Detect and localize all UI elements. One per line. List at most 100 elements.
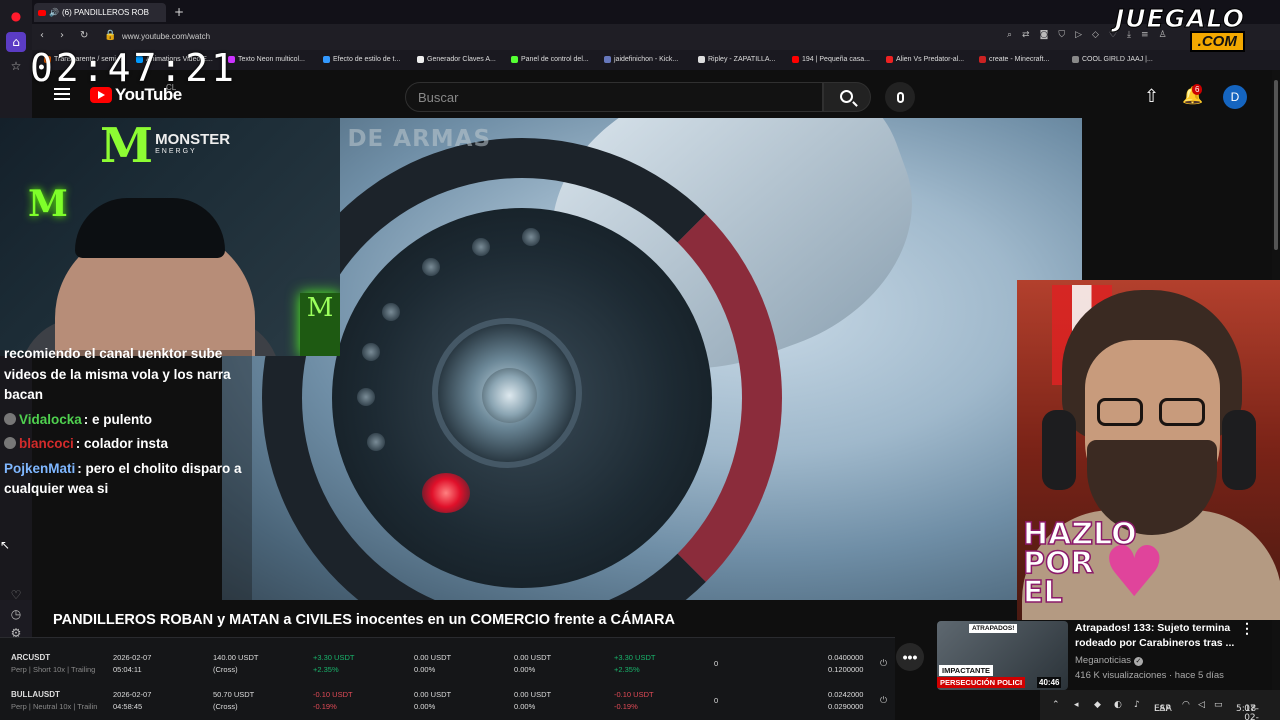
chat-username[interactable]: blancoci (19, 436, 74, 451)
chat-message: Vidalocka: e pulento (0, 410, 252, 431)
mic-icon (896, 91, 904, 103)
position-pnl-total: -0.10 USDT (614, 690, 654, 699)
position-price: 0.0290000 (828, 702, 864, 711)
reload-icon[interactable]: ↻ (80, 30, 88, 41)
chat-message: recomiendo el canal uenktor sube videos … (0, 344, 252, 406)
wifi-icon[interactable]: ◠ (1182, 700, 1190, 710)
new-tab-button[interactable]: + (174, 5, 184, 19)
search-button[interactable] (823, 82, 871, 112)
position-pnl-pct: -0.19% (313, 702, 337, 711)
opera-logo-icon[interactable]: ● (6, 6, 26, 26)
bookmark-item[interactable]: Efecto de estilo de t... (323, 56, 400, 63)
stream-chat: recomiendo el canal uenktor sube videos … (0, 346, 252, 600)
close-position-icon[interactable]: ⏻ (880, 695, 887, 707)
position-symbol: BULLAUSDT (11, 690, 60, 699)
search-page-icon[interactable]: ⌕ (1007, 30, 1012, 40)
position-pnl-total: +3.30 USDT (614, 653, 656, 662)
scrollbar-thumb[interactable] (1274, 80, 1278, 250)
thumb-tag: IMPACTANTE (939, 665, 994, 676)
lock-icon: 🔒 (104, 30, 117, 41)
system-tray: ⌃ ◂ ◆ ◐ ♪ ESPLAA ◠ ◁ ▭ 5:1807-02-2026 (1040, 690, 1280, 720)
verified-icon: ✓ (1133, 657, 1143, 666)
ir-led (472, 238, 490, 256)
ir-led (422, 258, 440, 276)
more-actions-button[interactable]: ••• (896, 643, 924, 671)
ir-led (357, 388, 375, 406)
url-field[interactable]: www.youtube.com/watch (122, 32, 210, 41)
recommended-channel[interactable]: Meganoticias ✓ (1075, 655, 1143, 666)
bookmark-item[interactable]: 194 | Pequeña casa... (792, 56, 870, 63)
account-avatar[interactable]: D (1223, 85, 1247, 109)
position-symbol: ARCUSDT (11, 653, 51, 662)
headset-left (1042, 410, 1076, 490)
chat-username[interactable]: PojkenMati (4, 461, 75, 476)
chat-badge-icon (4, 437, 16, 449)
position-col: 0.00 USDT (414, 690, 452, 699)
recommended-title[interactable]: Atrapados! 133: Sujeto termina rodeado p… (1075, 621, 1235, 651)
tray-expand-icon[interactable]: ⌃ (1052, 700, 1060, 710)
bookmark-item[interactable]: jaidefinichon - Kick... (604, 56, 678, 63)
player-icon[interactable]: ▷ (1075, 30, 1082, 40)
webcam-cap (75, 198, 225, 258)
monster-can-logo: M (28, 183, 68, 225)
tray-app-icon[interactable]: ◆ (1094, 700, 1101, 710)
workspace-icon[interactable]: ⌂ (6, 32, 26, 52)
position-pnl: +3.30 USDT (313, 653, 355, 662)
bookmark-item[interactable]: Ripley - ZAPATILLA... (698, 56, 775, 63)
streamer-avatar-overlay: HAZLO POR EL ♥ (1017, 280, 1280, 620)
speaker-icon[interactable]: 🔊 (49, 8, 59, 17)
tray-app-icon[interactable]: ◐ (1114, 700, 1122, 710)
position-mode: (Cross) (213, 665, 238, 674)
bookmark-item[interactable]: Alien Vs Predator-al... (886, 56, 964, 63)
history-icon[interactable]: ◷ (6, 604, 26, 624)
monster-claw-icon: M (100, 118, 154, 174)
position-amount: 50.70 USDT (213, 690, 255, 699)
bookmark-item[interactable]: Panel de control del... (511, 56, 589, 63)
search-input[interactable]: Buscar (405, 82, 823, 112)
table-row[interactable]: ARCUSDT Perp | Short 10x | Trailing 2026… (0, 644, 895, 682)
voice-search-button[interactable] (885, 82, 915, 112)
position-time: 04:58:45 (113, 702, 143, 711)
chat-message: blancoci: colador insta (0, 434, 252, 455)
translate-icon[interactable]: ⇄ (1022, 30, 1030, 40)
position-col: 0.00 USDT (414, 653, 452, 662)
recommended-thumbnail[interactable]: ATRAPADOS! IMPACTANTE PERSECUCIÓN POLICI… (937, 621, 1068, 690)
position-pnl-pct: +2.35% (313, 665, 339, 674)
bookmark-item[interactable]: create - Minecraft... (979, 56, 1049, 63)
bookmark-item[interactable]: Generador Claves A... (417, 56, 496, 63)
tab-title: (6) PANDILLEROS ROB (61, 8, 149, 17)
upload-icon[interactable]: ⇧ (1144, 86, 1159, 107)
bookmark-item[interactable]: Texto Neon multicol... (228, 56, 305, 63)
close-position-icon[interactable]: ⏻ (880, 658, 887, 670)
camera-lens-center (482, 368, 537, 423)
battery-icon[interactable]: ▭ (1214, 700, 1223, 710)
shield-icon[interactable]: ⛉ (1058, 30, 1065, 40)
chat-username[interactable]: Vidalocka (19, 412, 82, 427)
secondary-column (1082, 118, 1272, 280)
tray-app-icon[interactable]: ◂ (1074, 700, 1079, 710)
position-col-pct: 0.00% (514, 702, 536, 711)
video-player[interactable]: MUNDO DE ARMAS (222, 118, 1082, 600)
search-icon (840, 90, 853, 103)
position-date: 2026-02-07 (113, 653, 152, 662)
video-duration: 40:46 (1037, 677, 1062, 688)
table-row[interactable]: BULLAUSDT Perp | Neutral 10x | Trailin 2… (0, 681, 895, 719)
bookmark-item[interactable]: COOL GIRLD JAAJ |... (1072, 56, 1153, 63)
volume-icon[interactable]: ◁ (1198, 700, 1205, 710)
forward-icon[interactable]: › (60, 30, 64, 41)
juegalo-logo: JUEGALO .COM (1115, 4, 1245, 52)
recommended-menu-icon[interactable]: ⋮ (1240, 620, 1254, 637)
video-title: PANDILLEROS ROBAN y MATAN a CIVILES inoc… (53, 612, 675, 628)
microphone-icon[interactable]: ♪ (1134, 700, 1140, 710)
youtube-favicon-icon (38, 9, 46, 16)
pin-icon[interactable]: ☆ (6, 56, 26, 76)
position-desc: Perp | Short 10x | Trailing (11, 665, 96, 674)
tab-youtube[interactable]: 🔊 (6) PANDILLEROS ROB (34, 3, 166, 22)
position-col-pct: 0.00% (414, 702, 436, 711)
cube-icon[interactable]: ◇ (1092, 30, 1099, 40)
back-icon[interactable]: ‹ (40, 30, 44, 41)
position-pnl: -0.10 USDT (313, 690, 353, 699)
position-date: 2026-02-07 (113, 690, 152, 699)
camera-icon[interactable]: ◙ (1040, 30, 1049, 40)
position-price: 0.0400000 (828, 653, 864, 662)
